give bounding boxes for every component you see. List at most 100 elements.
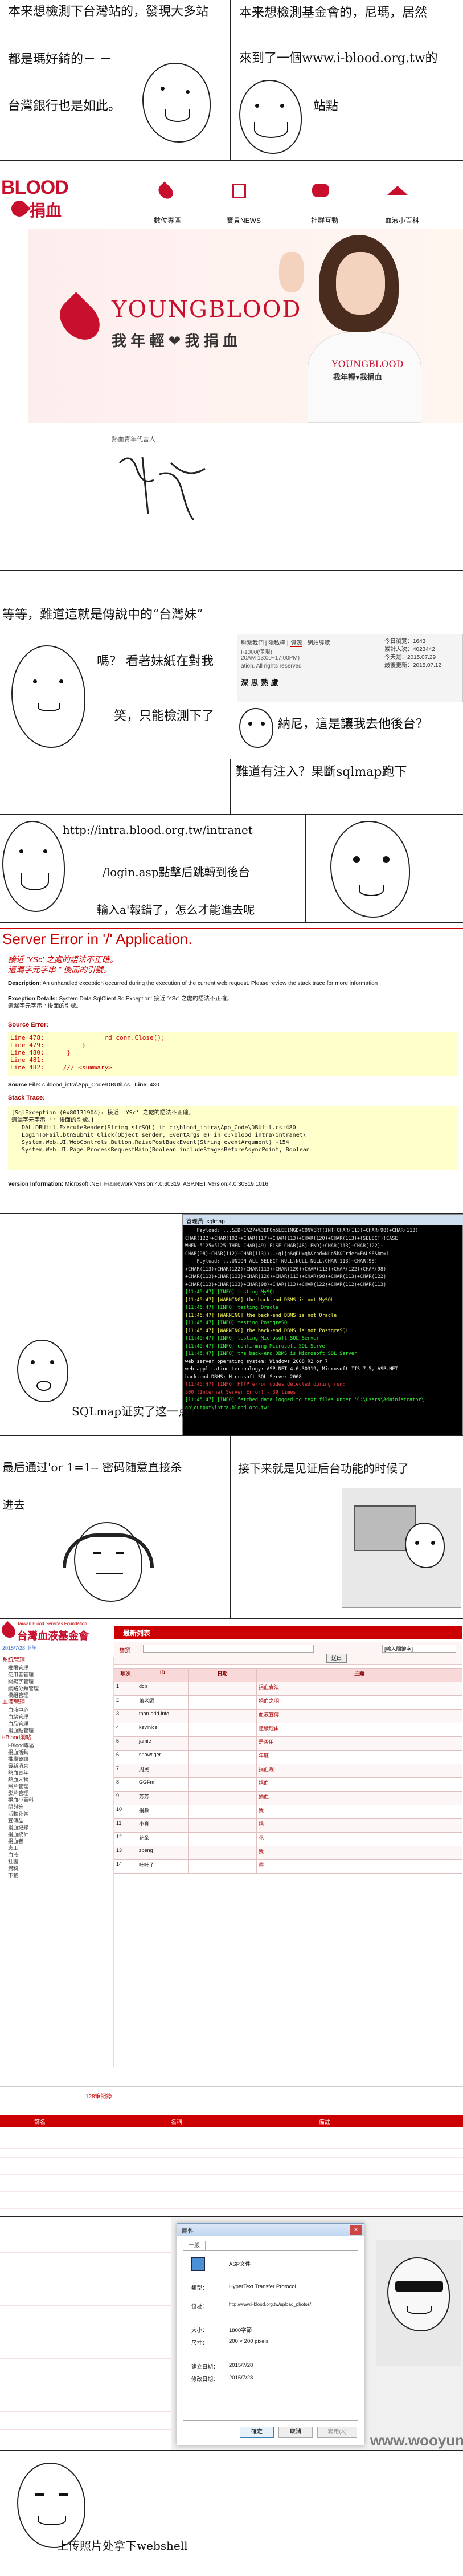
sidebar-item[interactable]: 使用者管理 [0, 1671, 113, 1678]
sidebar-group[interactable]: i-Blood網站 [0, 1734, 113, 1742]
sidebar-item[interactable]: 捐血小百科 [0, 1797, 113, 1804]
search-button[interactable]: 送出 [326, 1654, 347, 1663]
table-cell-subj[interactable]: 捐血合法 [256, 1682, 462, 1696]
table-cell-subj[interactable]: 我 [256, 1846, 462, 1860]
sidebar-item[interactable]: 社團 [0, 1858, 113, 1865]
table-cell-subj[interactable]: 花 [256, 1832, 462, 1846]
table-row[interactable]: 11 小真 捐 [114, 1818, 462, 1833]
terminal-line: [11:45:47] [INFO] the back-end DBMS is M… [185, 1351, 357, 1357]
close-icon[interactable]: ✕ [350, 2225, 362, 2235]
login-question: 輸入a'報錯了，怎么才能進去呢 [97, 903, 255, 917]
table-row[interactable]: 13 zpeng 我 [114, 1846, 462, 1860]
sidebar-item[interactable]: 捐血者 [0, 1838, 113, 1845]
table-cell-subj[interactable]: 陸續理由 [256, 1723, 462, 1737]
sidebar-item[interactable]: 問與答 [0, 1804, 113, 1810]
sidebar-item[interactable]: 推廣資訊 [0, 1756, 113, 1763]
table-row[interactable]: 9 芳芳 抽血 [114, 1791, 462, 1805]
sidebar-item[interactable]: 熱血人物 [0, 1776, 113, 1783]
table-cell-subj[interactable]: 血液宣傳 [256, 1709, 462, 1723]
table-cell-subj[interactable]: 抽血 [256, 1791, 462, 1805]
table-cell-subj[interactable]: 捐 [256, 1818, 462, 1833]
col-subject: 主題 [256, 1668, 462, 1682]
sidebar-item[interactable]: 血品管理 [0, 1720, 113, 1727]
col-date: 日期 [188, 1668, 257, 1682]
table-cell-subj[interactable]: 我 [256, 1805, 462, 1819]
table-cell-n: 12 [114, 1832, 137, 1846]
table-cell-n: 3 [114, 1709, 137, 1723]
sidebar-item[interactable]: 權限管理 [0, 1665, 113, 1671]
sidebar-item[interactable]: 捐血統計 [0, 1831, 113, 1838]
table-row[interactable]: 1 dcp 捐血合法 [114, 1682, 462, 1696]
book-icon [387, 186, 408, 195]
table-cell-subj[interactable]: 捐血 [256, 1777, 462, 1792]
login-url[interactable]: http://intra.blood.org.tw/intranet [63, 823, 253, 837]
terminal-line: +CHAR(113)+CHAR(113)+CHAR(120)+CHAR(113)… [185, 1274, 387, 1280]
table-row[interactable]: 10 捐數 我 [114, 1805, 462, 1819]
sidebar-item[interactable]: 血液 [0, 1851, 113, 1858]
table-cell-subj[interactable]: 捐血規 [256, 1764, 462, 1778]
terminal-line: WHEN 5125=5125 THEN CHAR(49) ELSE CHAR(4… [185, 1243, 383, 1249]
intro-right-1: 本来想檢測基金會的，尼瑪，居然 [239, 6, 428, 20]
table-cell-subj[interactable]: 捐血之明 [256, 1695, 462, 1710]
keyword-select[interactable]: [輸入關鍵字] [382, 1645, 456, 1653]
site-logo[interactable]: BLOOD [1, 177, 69, 199]
footer-link-privacy[interactable]: 隱私權 [268, 640, 285, 646]
bottom-col-1: 篩名 [34, 2119, 46, 2126]
sidebar-group[interactable]: 系統管理 [0, 1657, 113, 1665]
sidebar-item[interactable]: 宣傳品 [0, 1817, 113, 1824]
sidebar-item[interactable]: 捐血紀錄 [0, 1824, 113, 1831]
nav-encyclopedia[interactable]: 血液小百科 [385, 215, 419, 225]
sidebar-item[interactable]: 血站管理 [0, 1714, 113, 1720]
error-message: 接近 'YSc' 之處的語法不正確。 遺漏字元字串 '' 後面的引號。 [8, 954, 118, 975]
nav-community[interactable]: 社群互動 [311, 215, 338, 225]
footer-link-sitemap[interactable]: 網站導覽 [307, 640, 330, 646]
table-row[interactable]: 4 kevinice 陸續理由 [114, 1723, 462, 1737]
version-text: Microsoft .NET Framework Version:4.0.303… [65, 1181, 268, 1187]
footer-link-resources[interactable]: 資源 [290, 640, 303, 647]
panel-admin: Taiwan Blood Services Foundation 台灣血液基金會… [0, 1619, 463, 2217]
cancel-button[interactable]: 取消 [278, 2427, 313, 2438]
terminal-line: CHAR(98)+CHAR(112)+CHAR(113))--+qijn&qDU… [185, 1251, 390, 1257]
sidebar-item[interactable]: 捐血活動 [0, 1749, 113, 1756]
ok-button[interactable]: 確定 [240, 2427, 274, 2438]
nav-digital[interactable]: 數位專區 [154, 215, 181, 225]
hero-slogan: 我 年 輕 ❤ 我 捐 血 [112, 332, 238, 349]
sidebar-item[interactable]: 照片管理 [0, 1783, 113, 1790]
properties-dialog: 屬性 ✕ 一般 ASP文件 類型： HyperText Transfer Pro… [177, 2223, 364, 2445]
table-row[interactable]: 2 蕭老師 捐血之明 [114, 1695, 462, 1710]
table-row[interactable]: 12 花朵 花 [114, 1832, 462, 1846]
table-cell-date [188, 1818, 257, 1833]
next-step-line: 接下来就是见证后台功能的时候了 [238, 1462, 409, 1475]
table-cell-subj[interactable]: 年度 [256, 1750, 462, 1764]
table-row[interactable]: 5 jamie 是否用 [114, 1736, 462, 1751]
sidebar-item[interactable]: 捐血點管理 [0, 1727, 113, 1734]
table-row[interactable]: 6 snowtiger 年度 [114, 1750, 462, 1764]
table-row[interactable]: 7 周民 捐血規 [114, 1764, 462, 1778]
sidebar-item[interactable]: 網路分類管理 [0, 1685, 113, 1692]
sidebar-group[interactable]: 血液管理 [0, 1699, 113, 1707]
sidebar-item[interactable]: 最新消息 [0, 1763, 113, 1769]
footer-link-contact[interactable]: 聯繫我們 [241, 640, 264, 646]
table-row[interactable]: 14 吐吐子 帶 [114, 1859, 462, 1874]
sidebar-item[interactable]: 影片管理 [0, 1790, 113, 1797]
table-cell-date [188, 1750, 257, 1764]
sidebar-item[interactable]: i-Blood專區 [0, 1742, 113, 1749]
sidebar-item[interactable]: 關鍵字管理 [0, 1678, 113, 1685]
sidebar-item[interactable]: 熱血青年 [0, 1769, 113, 1776]
table-cell-date [188, 1709, 257, 1723]
table-cell-subj[interactable]: 帶 [256, 1859, 462, 1874]
sidebar-item[interactable]: 血液中心 [0, 1707, 113, 1714]
table-row[interactable]: 8 GGFm 捐血 [114, 1777, 462, 1792]
type-value: HyperText Transfer Protocol [229, 2284, 296, 2290]
sidebar-item[interactable]: 志工 [0, 1845, 113, 1851]
table-row[interactable]: 3 tpan-grid-info 血液宣傳 [114, 1709, 462, 1723]
sidebar-item[interactable]: 下載 [0, 1872, 113, 1879]
table-cell-subj[interactable]: 是否用 [256, 1736, 462, 1751]
sidebar-item[interactable]: 資料 [0, 1865, 113, 1872]
sidebar-item[interactable]: 模組管理 [0, 1692, 113, 1699]
nav-news[interactable]: 寶貝NEWS [227, 215, 261, 225]
tab-general[interactable]: 一般 [183, 2241, 206, 2250]
sidebar-item[interactable]: 活動花絮 [0, 1810, 113, 1817]
filter-input[interactable] [143, 1645, 314, 1653]
apply-button[interactable]: 套用(A) [317, 2427, 357, 2438]
